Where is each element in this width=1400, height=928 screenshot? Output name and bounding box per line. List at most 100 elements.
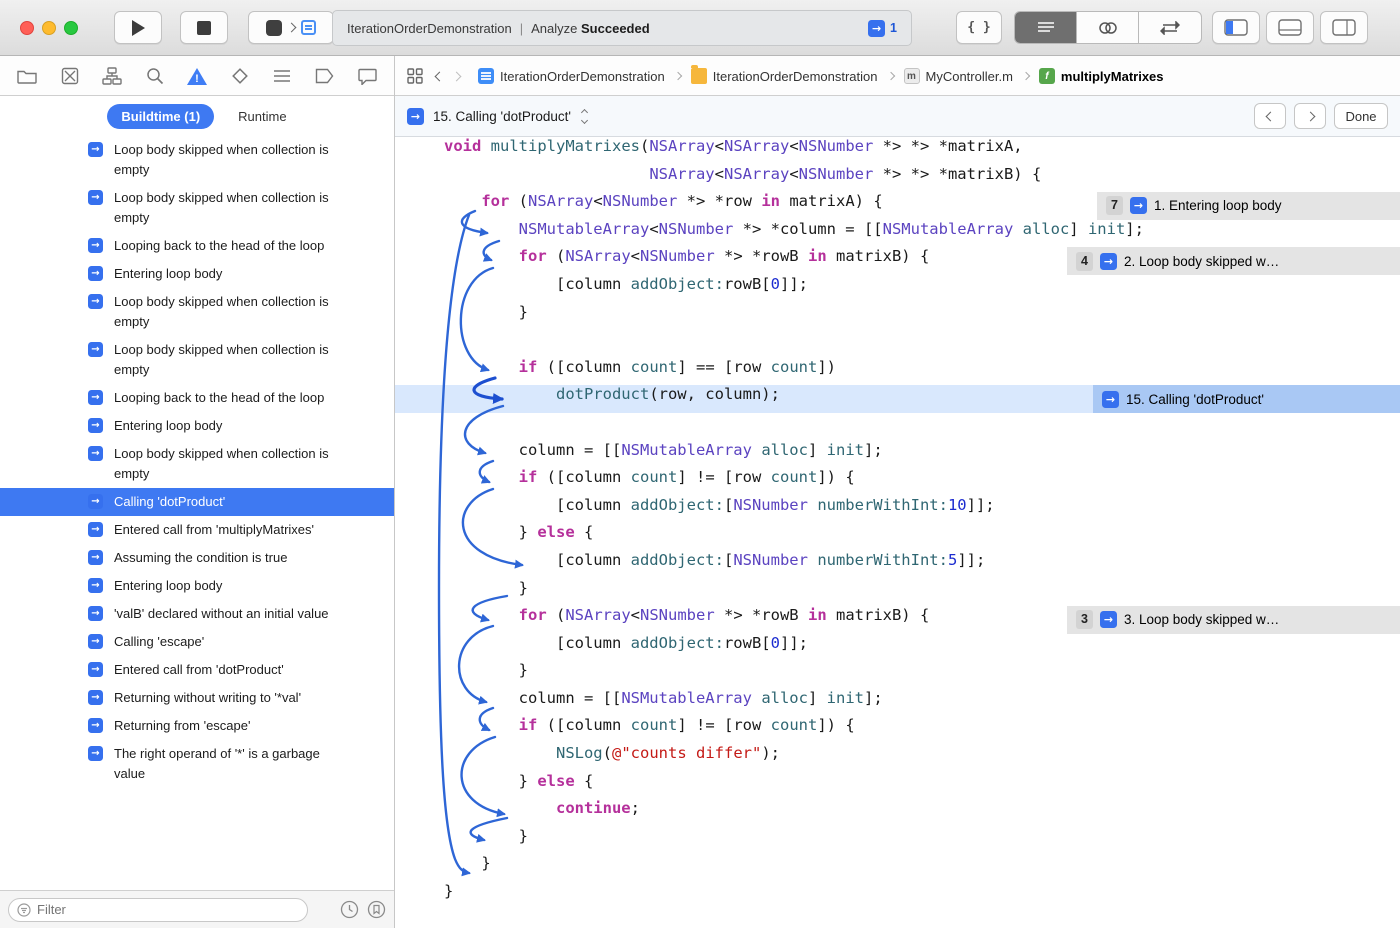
tab-runtime[interactable]: Runtime [238, 109, 286, 124]
code-token: [column [444, 495, 631, 514]
code-token: count [770, 468, 818, 487]
analyzer-step-item[interactable]: → Loop body skipped when collection is em… [0, 184, 394, 232]
analyzer-step-item[interactable]: → The right operand of '*' is a garbage v… [0, 740, 394, 788]
status-result: Succeeded [581, 20, 650, 36]
report-navigator-icon[interactable] [356, 65, 378, 87]
breadcrumb-file[interactable]: m MyController.m [903, 68, 1013, 84]
assistant-editor-button[interactable] [1077, 12, 1139, 43]
code-line: [column addObject:rowB[0]]; [395, 634, 1400, 662]
version-editor-button[interactable] [1139, 12, 1201, 43]
analyzer-issue-badge[interactable]: → 1 [868, 19, 897, 37]
breadcrumb-project[interactable]: IterationOrderDemonstration [478, 68, 665, 84]
sidebar-divider[interactable] [394, 56, 395, 928]
stop-button[interactable] [180, 11, 228, 44]
code-token: count [770, 357, 818, 376]
code-review-button[interactable]: { } [956, 11, 1002, 44]
code-token: if [518, 468, 538, 487]
breakpoint-navigator-icon[interactable] [314, 65, 336, 87]
step-label: Looping back to the head of the loop [114, 238, 325, 253]
analyzer-step-item[interactable]: → Calling 'escape' [0, 628, 394, 656]
project-navigator-icon[interactable] [16, 65, 38, 87]
step-label: Returning without writing to '*val' [114, 690, 302, 705]
analyzer-annotation[interactable]: 4 → 2. Loop body skipped w… [1067, 247, 1400, 275]
related-items-icon[interactable] [404, 65, 426, 87]
done-button[interactable]: Done [1334, 103, 1388, 129]
back-button[interactable] [434, 71, 445, 81]
clock-icon[interactable] [340, 900, 359, 919]
analyzer-step-item[interactable]: → Looping back to the head of the loop [0, 384, 394, 412]
symbol-navigator-icon[interactable] [101, 65, 123, 87]
code-token: dotProduct [555, 385, 650, 404]
issue-navigator-icon[interactable]: ! [186, 65, 208, 87]
analyzer-step-item[interactable]: → Looping back to the head of the loop [0, 232, 394, 260]
analyzer-step-item[interactable]: → Entering loop body [0, 572, 394, 600]
breadcrumb-symbol[interactable]: f multiplyMatrixes [1038, 68, 1164, 84]
function-icon: f [1038, 68, 1055, 84]
code-token: < [630, 247, 640, 266]
issue-navigator: Buildtime (1) Runtime → Loop body skipped… [0, 96, 394, 928]
search-icon[interactable] [144, 65, 166, 87]
activity-viewer[interactable]: IterationOrderDemonstration | Analyze Su… [332, 10, 912, 46]
analyzer-step-item[interactable]: → Entered call from 'multiplyMatrixes' [0, 516, 394, 544]
analyzer-step-item[interactable]: → Returning without writing to '*val' [0, 684, 394, 712]
analyzer-arrow-icon: → [88, 746, 103, 761]
analyzer-step-item[interactable]: → Entering loop body [0, 260, 394, 288]
code-lines[interactable]: void multiplyMatrixes(NSArray<NSArray<NS… [395, 137, 1400, 928]
filter-input[interactable] [37, 902, 299, 917]
debug-navigator-icon[interactable] [271, 65, 293, 87]
flag-filter-icon[interactable] [367, 900, 386, 919]
toggle-navigator-button[interactable] [1212, 11, 1260, 44]
previous-step-button[interactable] [1254, 103, 1286, 129]
code-token: NSArray [528, 192, 594, 211]
code-token: ]; [1125, 219, 1144, 238]
minimize-icon[interactable] [42, 21, 56, 35]
analyzer-step-item[interactable]: → Loop body skipped when collection is em… [0, 136, 394, 184]
toggle-inspector-button[interactable] [1320, 11, 1368, 44]
filter-field[interactable] [8, 897, 308, 922]
code-line: if ([column count] != [row count]) { [395, 468, 1400, 496]
analyzer-step-item[interactable]: → Loop body skipped when collection is em… [0, 288, 394, 336]
analyzer-arrow-icon: → [88, 550, 103, 565]
version-editor-icon [1160, 20, 1180, 35]
code-token: else [537, 771, 575, 790]
analyzer-step-item[interactable]: → Entering loop body [0, 412, 394, 440]
breadcrumb-separator-icon [886, 71, 895, 81]
code-token: } [444, 523, 538, 542]
code-token: continue [555, 799, 631, 818]
analyzer-step-item[interactable]: → Assuming the condition is true [0, 544, 394, 572]
next-step-button[interactable] [1294, 103, 1326, 129]
analyzer-annotation[interactable]: 3 → 3. Loop body skipped w… [1067, 606, 1400, 634]
analyzer-step-item[interactable]: → Entered call from 'dotProduct' [0, 656, 394, 684]
chevron-up-icon [580, 108, 589, 116]
analyzer-step-item[interactable]: → Loop body skipped when collection is em… [0, 336, 394, 384]
run-button[interactable] [114, 11, 162, 44]
destination-icon [301, 20, 316, 35]
toggle-debug-area-button[interactable] [1266, 11, 1314, 44]
step-stepper[interactable] [580, 108, 589, 124]
analyzer-arrow-icon: → [88, 190, 103, 205]
source-control-icon[interactable] [59, 65, 81, 87]
test-navigator-icon[interactable] [229, 65, 251, 87]
analyzer-annotation[interactable]: → 15. Calling 'dotProduct' [1093, 385, 1400, 413]
analyzer-step-item[interactable]: → Calling 'dotProduct' [0, 488, 394, 516]
code-token: < [789, 164, 799, 183]
analyzer-annotation[interactable]: 7 → 1. Entering loop body [1097, 192, 1400, 220]
breadcrumb-group[interactable]: IterationOrderDemonstration [690, 65, 878, 84]
analyzer-step-item[interactable]: → 'valB' declared without an initial valu… [0, 600, 394, 628]
zoom-icon[interactable] [64, 21, 78, 35]
chevron-down-icon [580, 116, 589, 124]
close-icon[interactable] [20, 21, 34, 35]
chevron-right-icon [1305, 111, 1315, 121]
standard-editor-button[interactable] [1015, 12, 1077, 43]
code-line: column = [[NSMutableArray alloc] init]; [395, 689, 1400, 717]
code-line: if ([column count] == [row count]) [395, 358, 1400, 386]
scheme-selector[interactable] [248, 11, 334, 44]
tab-buildtime[interactable]: Buildtime (1) [107, 103, 215, 129]
analyzer-step-item[interactable]: → Returning from 'escape' [0, 712, 394, 740]
analyzer-step-item[interactable]: → Loop body skipped when collection is em… [0, 440, 394, 488]
forward-button[interactable] [451, 71, 462, 81]
code-token: init [826, 688, 864, 707]
code-line: dotProduct(row, column); → 15. Calling 'do… [395, 385, 1400, 413]
